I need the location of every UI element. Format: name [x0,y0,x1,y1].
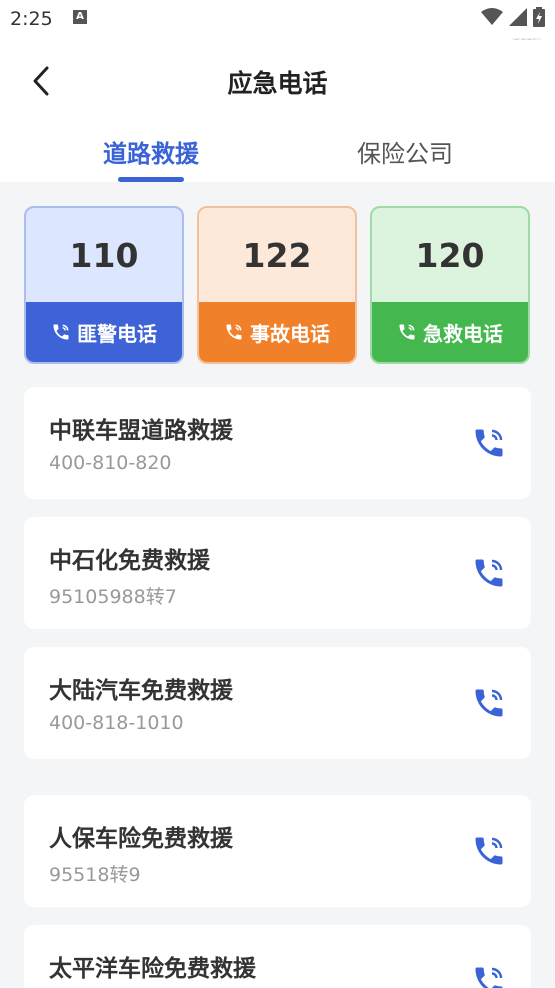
phone-ringing-icon [399,324,415,340]
app-notification-icon: A [73,10,87,24]
hotline-label: 匪警电话 [77,321,157,346]
contact-phone: 95518转9 [49,864,141,886]
hotline-label: 事故电话 [250,321,330,346]
contact-card[interactable]: 中联车盟道路救援 400-810-820 [24,387,531,499]
tab-insurance-company[interactable]: 保险公司 [357,134,453,169]
hotline-police[interactable]: 110 匪警电话 [24,206,184,364]
contact-phone: 400-818-1010 [49,712,184,734]
phone-ringing-icon [53,324,69,340]
hotline-number: 110 [69,236,139,275]
hotline-footer: 匪警电话 [26,302,182,362]
header: 应急电话 道路救援 保险公司 [0,40,555,182]
call-icon[interactable] [471,833,507,869]
contact-card[interactable]: 大陆汽车免费救援 400-818-1010 [24,647,531,759]
wifi-icon [481,8,503,25]
contact-name: 中联车盟道路救援 [49,418,233,444]
contact-card[interactable]: 太平洋车险免费救援 [24,925,531,988]
phone-ringing-icon [226,324,242,340]
contact-name: 人保车险免费救援 [49,826,233,852]
hotline-traffic-accident[interactable]: 122 事故电话 [197,206,357,364]
call-icon[interactable] [471,685,507,721]
hotline-ambulance[interactable]: 120 急救电话 [370,206,530,364]
hotline-label: 急救电话 [423,321,503,346]
call-icon[interactable] [471,963,507,988]
hotline-number: 120 [415,236,485,275]
signal-icon [509,8,527,26]
battery-icon [533,7,545,27]
contact-name: 大陆汽车免费救援 [49,678,233,704]
status-time: 2:25 [10,8,53,30]
status-icons [481,7,545,27]
page-title: 应急电话 [227,69,328,98]
contact-card[interactable]: 中石化免费救援 95105988转7 [24,517,531,629]
hotline-footer: 事故电话 [199,302,355,362]
contact-phone: 95105988转7 [49,586,177,608]
tab-indicator [118,177,184,182]
hotline-footer: 急救电话 [372,302,528,362]
contact-phone: 400-810-820 [49,452,172,474]
call-icon[interactable] [471,555,507,591]
contact-card[interactable]: 人保车险免费救援 95518转9 [24,795,531,907]
contact-name: 太平洋车险免费救援 [49,956,256,982]
hotline-number: 122 [242,236,312,275]
status-bar: 2:25 A [0,0,555,40]
contact-name: 中石化免费救援 [49,548,210,574]
tab-road-rescue[interactable]: 道路救援 [103,134,199,169]
call-icon[interactable] [471,425,507,461]
